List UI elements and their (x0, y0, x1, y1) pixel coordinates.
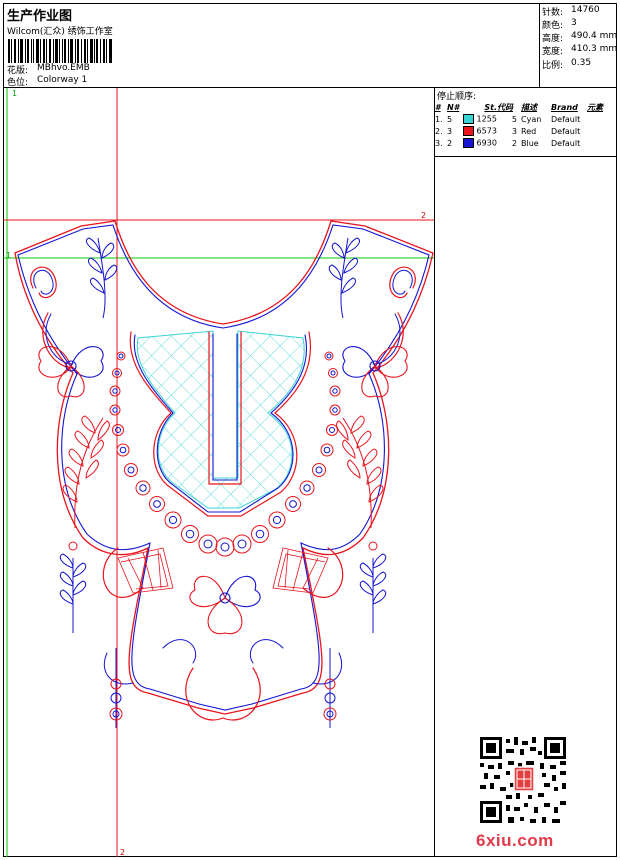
qr-code (480, 737, 566, 823)
stat-stitches: 针数: 14760 (542, 5, 600, 18)
hanging-tassels (68, 541, 378, 728)
stop-sequence-panel: 停止顺序: # N# St. 代码 描述 Brand 元素 1. 5 1255 … (435, 88, 617, 157)
embroidery-design-area: 1 1 2 2 (3, 88, 435, 857)
table-row: 1. 5 1255 5 Cyan Default (435, 114, 581, 124)
colorway-value: Colorway 1 (37, 75, 88, 85)
guide-label: 2 (120, 848, 125, 857)
embroidery-design: 1 1 2 2 (3, 88, 434, 857)
stat-colors: 颜色: 3 (542, 18, 577, 31)
stat-width: 宽度: 410.3 mm (542, 44, 618, 57)
stat-scale: 比例: 0.35 (542, 58, 592, 71)
table-row: 3. 2 6930 2 Blue Default (435, 138, 581, 148)
header-panel: 生产作业图 Wilcom(汇众) 绣饰工作室 花版: MBhvo.EMB 色位:… (3, 3, 540, 88)
color-swatch (463, 114, 474, 124)
design-outlines (14, 220, 434, 721)
table-row: 2. 3 6573 3 Red Default (435, 126, 581, 136)
watermark: 6xiu.com (476, 831, 554, 850)
color-swatch (463, 126, 474, 136)
color-swatch (463, 138, 474, 148)
page-title: 生产作业图 (7, 9, 73, 24)
design-value: MBhvo.EMB (37, 63, 90, 73)
colorway-label: 色位: (7, 78, 29, 88)
blue-leaf-sprays (59, 237, 387, 633)
guide-label: 1 (12, 89, 17, 98)
table-header-row: # N# St. 代码 描述 Brand 元素 (435, 102, 603, 112)
guide-label: 2 (421, 211, 426, 220)
red-leaf-sprays (62, 415, 384, 529)
company-name: Wilcom(汇众) 绣饰工作室 (7, 27, 113, 37)
guide-label: 1 (6, 251, 11, 260)
barcode (8, 39, 112, 63)
bead-chain (109, 351, 341, 557)
stat-height: 高度: 490.4 mm (542, 31, 618, 44)
red-fan-motifs (117, 547, 329, 594)
stop-sequence-table: # N# St. 代码 描述 Brand 元素 1. 5 1255 5 Cyan… (435, 101, 613, 149)
stats-panel: 针数: 14760 颜色: 3 高度: 490.4 mm 宽度: 410.3 mm 比例… (540, 3, 617, 88)
